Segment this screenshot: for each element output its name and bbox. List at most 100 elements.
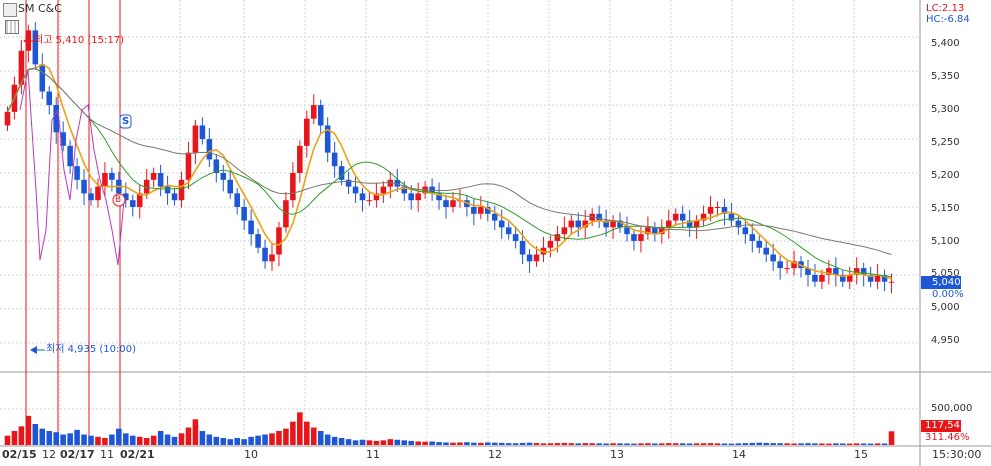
volume-bar bbox=[665, 443, 672, 445]
volume-bar bbox=[659, 443, 665, 445]
candle-body bbox=[185, 152, 192, 180]
candle-body bbox=[547, 240, 554, 248]
volume-bar bbox=[310, 427, 317, 445]
volume-bar bbox=[213, 436, 220, 445]
price-tick: 5,200 bbox=[931, 170, 960, 181]
volume-bar bbox=[248, 436, 254, 445]
volume-bar bbox=[88, 435, 94, 445]
time-label: 13 bbox=[610, 448, 624, 461]
candle-body bbox=[157, 173, 164, 187]
candle-body bbox=[220, 173, 227, 180]
candle-body bbox=[638, 234, 644, 241]
volume-bar bbox=[471, 442, 477, 445]
volume-bar bbox=[881, 443, 888, 445]
time-label: 02/15 bbox=[2, 448, 37, 461]
volume-bar bbox=[554, 443, 561, 445]
candle-body bbox=[679, 213, 686, 221]
time-label: 02/17 bbox=[60, 448, 95, 461]
volume-bar bbox=[429, 441, 435, 445]
volume-bar bbox=[617, 443, 623, 445]
volume-bar bbox=[338, 438, 345, 445]
volume-bar bbox=[700, 443, 707, 445]
price-tick: 5,400 bbox=[931, 38, 960, 49]
volume-bar bbox=[672, 443, 679, 445]
chart-settings-icon[interactable] bbox=[3, 3, 17, 17]
candle-body bbox=[164, 186, 171, 194]
candle-body bbox=[150, 173, 157, 180]
volume-bar bbox=[143, 438, 150, 445]
volume-bar bbox=[123, 433, 129, 445]
candle-body bbox=[199, 125, 206, 140]
volume-bar bbox=[860, 443, 867, 445]
volume-bar bbox=[652, 443, 658, 445]
candle-body bbox=[450, 200, 456, 207]
candle-body bbox=[478, 206, 484, 214]
volume-bar bbox=[721, 443, 728, 445]
candle-body bbox=[352, 186, 359, 194]
volume-bar bbox=[575, 443, 582, 445]
volume-bar bbox=[227, 439, 234, 445]
current-volume: 117,545 bbox=[925, 420, 967, 431]
volume-bar bbox=[819, 443, 825, 445]
volume-bar bbox=[450, 442, 456, 445]
volume-bar bbox=[686, 443, 693, 445]
volume-bar bbox=[498, 442, 505, 445]
candle-body bbox=[192, 125, 199, 153]
candle-body bbox=[763, 247, 770, 255]
time-label: 14 bbox=[732, 448, 746, 461]
volume-bar bbox=[373, 440, 380, 445]
volume-bar bbox=[39, 428, 46, 445]
volume-bar bbox=[304, 421, 310, 445]
volume-bar bbox=[714, 443, 721, 445]
plot-background bbox=[0, 0, 920, 466]
volume-bar bbox=[317, 431, 324, 445]
grid-toggle-icon[interactable] bbox=[5, 20, 19, 34]
volume-bar bbox=[589, 443, 595, 445]
candle-body bbox=[819, 274, 825, 282]
time-label: 10 bbox=[244, 448, 258, 461]
candle-body bbox=[366, 200, 373, 202]
volume-bar bbox=[812, 443, 818, 445]
volume-bar bbox=[352, 440, 359, 445]
volume-bar bbox=[53, 432, 59, 445]
intraday-chart[interactable] bbox=[0, 0, 991, 466]
volume-bar bbox=[561, 442, 568, 445]
volume-bar bbox=[735, 443, 742, 445]
sell-marker-label: S bbox=[122, 116, 130, 127]
volume-bar bbox=[380, 440, 387, 445]
volume-bar bbox=[457, 442, 463, 445]
volume-bar bbox=[241, 439, 247, 445]
volume-bar bbox=[763, 442, 770, 445]
volume-bar bbox=[826, 443, 832, 445]
volume-bar bbox=[624, 443, 630, 445]
volume-bar bbox=[32, 424, 39, 445]
volume-bar bbox=[95, 436, 101, 445]
volume-bar bbox=[540, 443, 547, 445]
volume-bar bbox=[157, 431, 164, 445]
axis-background bbox=[920, 0, 991, 466]
volume-bar bbox=[67, 433, 73, 445]
volume-bar bbox=[366, 440, 373, 445]
volume-bar bbox=[255, 435, 261, 445]
volume-bar bbox=[234, 438, 240, 445]
time-label: 15 bbox=[854, 448, 868, 461]
volume-bar bbox=[505, 443, 512, 445]
volume-bar bbox=[116, 428, 122, 445]
candle-body bbox=[317, 105, 324, 126]
volume-bar bbox=[610, 443, 616, 445]
volume-bar bbox=[464, 442, 470, 445]
volume-bar bbox=[18, 426, 25, 445]
candle-body bbox=[227, 179, 234, 194]
volume-bar bbox=[867, 443, 874, 445]
candle-body bbox=[443, 200, 449, 207]
candle-body bbox=[665, 220, 672, 228]
volume-bar bbox=[171, 436, 178, 445]
volume-bar bbox=[519, 442, 526, 445]
price-tick: 5,350 bbox=[931, 71, 960, 82]
volume-bar bbox=[359, 439, 366, 445]
candle-body bbox=[67, 145, 73, 167]
price-tick: 5,300 bbox=[931, 104, 960, 115]
volume-bar bbox=[199, 431, 206, 445]
volume-bar bbox=[220, 438, 227, 445]
candle-body bbox=[269, 254, 275, 262]
